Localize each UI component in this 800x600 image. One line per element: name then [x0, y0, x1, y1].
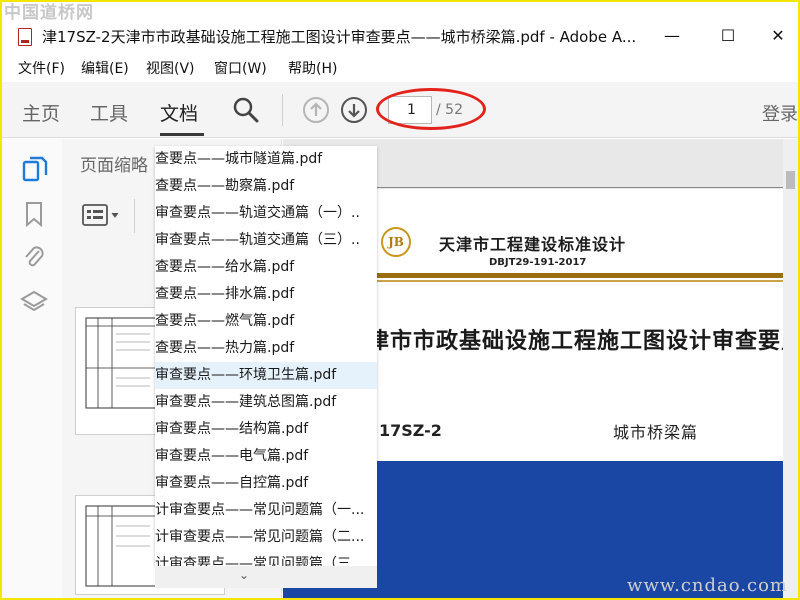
dropdown-item[interactable]: 查要点——热力篇.pdf	[155, 335, 377, 362]
search-icon[interactable]	[232, 96, 260, 124]
maximize-button[interactable]: ☐	[708, 20, 748, 52]
menu-file[interactable]: 文件(F)	[18, 58, 65, 78]
minimize-button[interactable]: —	[652, 20, 692, 52]
dropdown-item[interactable]: 审查要点——自控篇.pdf	[155, 470, 377, 497]
page-thumbnails-icon[interactable]	[22, 155, 48, 183]
pane-divider	[134, 199, 135, 233]
dropdown-item[interactable]: 审查要点——轨道交通篇（三）..	[155, 227, 377, 254]
next-page-icon[interactable]	[340, 96, 368, 124]
menu-edit[interactable]: 编辑(E)	[81, 58, 129, 78]
thumbnail-options-icon[interactable]	[82, 203, 122, 227]
document-heading: 津市市政基础设施工程施工图设计审查要点	[367, 329, 783, 354]
close-button[interactable]: ✕	[758, 20, 798, 52]
scrollbar-thumb[interactable]	[786, 171, 795, 189]
watermark-top: 中国道桥网	[4, 3, 94, 23]
active-tab-indicator	[160, 133, 204, 136]
dropdown-item[interactable]: 审查要点——建筑总图篇.pdf	[155, 389, 377, 416]
document-number: 17SZ-2	[379, 421, 442, 440]
file-dropdown-list: 查要点——城市隧道篇.pdf 查要点——勘察篇.pdf 审查要点——轨道交通篇（一）…	[155, 146, 377, 566]
navigation-rail	[2, 139, 62, 598]
dropdown-item[interactable]: 计审查要点——常见问题篇（三...	[155, 551, 377, 566]
pdf-file-icon	[18, 28, 32, 46]
attachment-icon[interactable]	[22, 243, 46, 271]
dropdown-item[interactable]: 审查要点——环境卫生篇.pdf	[155, 362, 377, 389]
standard-code: DBJT29-191-2017	[489, 257, 587, 268]
standard-logo: JB	[381, 227, 411, 257]
standard-org-title: 天津市工程建设标准设计	[439, 235, 627, 254]
vertical-scrollbar[interactable]	[783, 139, 798, 598]
dropdown-item[interactable]: 审查要点——结构篇.pdf	[155, 416, 377, 443]
thumbnails-pane-title: 页面缩略	[80, 156, 148, 176]
dropdown-item[interactable]: 计审查要点——常见问题篇（二...	[155, 524, 377, 551]
dropdown-item[interactable]: 查要点——城市隧道篇.pdf	[155, 146, 377, 173]
window-title: 津17SZ-2天津市市政基础设施工程施工图设计审查要点——城市桥梁篇.pdf -…	[42, 28, 637, 46]
menu-view[interactable]: 视图(V)	[146, 58, 195, 78]
previous-page-icon[interactable]	[302, 96, 330, 124]
title-bar: 津17SZ-2天津市市政基础设施工程施工图设计审查要点——城市桥梁篇.pdf -…	[2, 2, 798, 54]
dropdown-item[interactable]: 审查要点——轨道交通篇（一）..	[155, 200, 377, 227]
menu-help[interactable]: 帮助(H)	[288, 58, 337, 78]
toolbar-divider	[282, 94, 283, 126]
tab-document[interactable]: 文档	[160, 99, 198, 126]
bookmark-icon[interactable]	[24, 201, 44, 227]
login-link[interactable]: 登录	[762, 100, 798, 126]
watermark-bottom: www.cndao.com	[627, 575, 788, 596]
menu-window[interactable]: 窗口(W)	[214, 58, 267, 78]
menu-bar: 文件(F) 编辑(E) 视图(V) 窗口(W) 帮助(H)	[2, 56, 798, 80]
dropdown-item[interactable]: 查要点——排水篇.pdf	[155, 281, 377, 308]
tab-home[interactable]: 主页	[22, 99, 60, 126]
dropdown-scroll[interactable]: ⌄	[155, 566, 377, 588]
chevron-down-icon[interactable]: ⌄	[239, 568, 249, 582]
layers-icon[interactable]	[20, 289, 48, 317]
dropdown-item[interactable]: 查要点——给水篇.pdf	[155, 254, 377, 281]
annotation-red-circle	[376, 88, 486, 130]
tab-tools[interactable]: 工具	[90, 99, 128, 126]
dropdown-item[interactable]: 查要点——勘察篇.pdf	[155, 173, 377, 200]
document-subtitle: 城市桥梁篇	[613, 423, 699, 442]
dropdown-item[interactable]: 计审查要点——常见问题篇（一...	[155, 497, 377, 524]
dropdown-item[interactable]: 审查要点——电气篇.pdf	[155, 443, 377, 470]
dropdown-item[interactable]: 查要点——燃气篇.pdf	[155, 308, 377, 335]
